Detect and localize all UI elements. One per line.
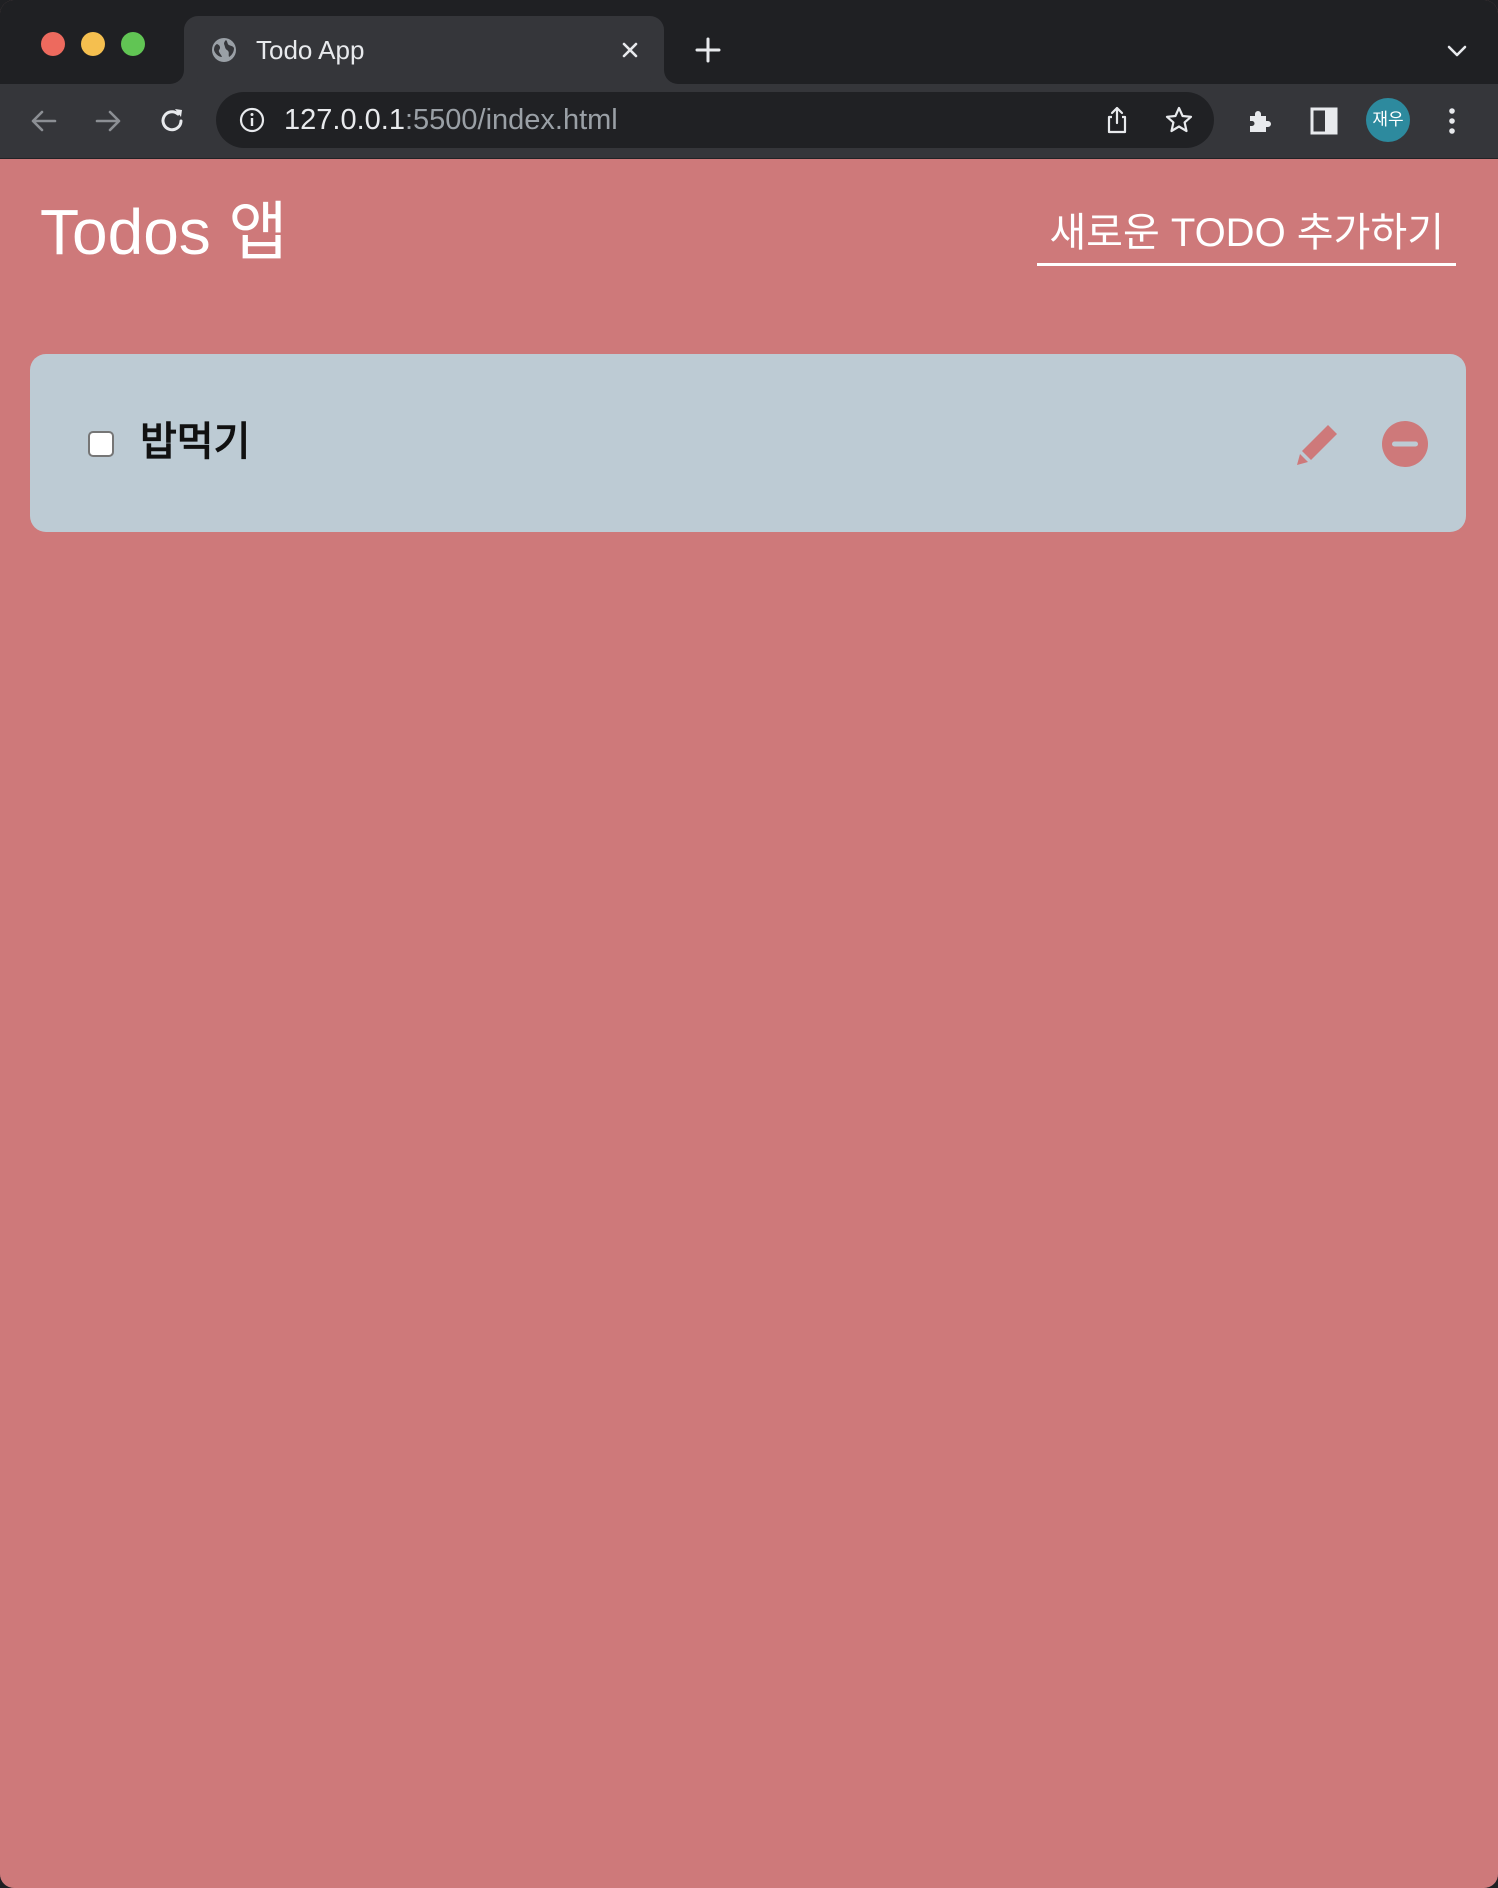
tab-search-chevron-icon[interactable] bbox=[1444, 38, 1470, 64]
side-panel-icon[interactable] bbox=[1308, 105, 1340, 137]
url-path: :5500/index.html bbox=[404, 104, 618, 136]
browser-toolbar: 127.0.0.1:5500/index.html 재우 bbox=[0, 84, 1498, 159]
add-todo-button[interactable]: 새로운 TODO 추가하기 bbox=[1037, 209, 1456, 266]
pencil-icon[interactable] bbox=[1294, 420, 1342, 468]
todo-checkbox[interactable] bbox=[88, 431, 114, 457]
new-tab-icon[interactable] bbox=[692, 34, 724, 66]
tab-strip: Todo App bbox=[0, 0, 1498, 84]
share-icon[interactable] bbox=[1102, 105, 1132, 135]
menu-kebab-icon[interactable] bbox=[1436, 105, 1468, 137]
extensions-puzzle-icon[interactable] bbox=[1244, 105, 1276, 137]
bookmark-star-icon[interactable] bbox=[1164, 105, 1194, 135]
zoom-window-button[interactable] bbox=[121, 32, 145, 56]
todo-text: 밥먹기 bbox=[140, 420, 251, 464]
page-content: Todos 앱 새로운 TODO 추가하기 밥먹기 bbox=[0, 159, 1498, 1888]
minus-circle-icon[interactable] bbox=[1381, 420, 1429, 468]
todo-list: 밥먹기 bbox=[30, 354, 1466, 532]
site-info-icon[interactable] bbox=[238, 106, 266, 134]
url-host: 127.0.0.1 bbox=[284, 104, 405, 136]
close-window-button[interactable] bbox=[41, 32, 65, 56]
back-arrow-icon[interactable] bbox=[28, 105, 60, 137]
minimize-window-button[interactable] bbox=[81, 32, 105, 56]
url-text[interactable]: 127.0.0.1:5500/index.html bbox=[284, 104, 618, 136]
tab-todo-app[interactable]: Todo App bbox=[184, 16, 664, 84]
reload-icon[interactable] bbox=[156, 105, 188, 137]
todo-item: 밥먹기 bbox=[30, 354, 1466, 532]
profile-avatar[interactable]: 재우 bbox=[1366, 98, 1410, 142]
close-tab-icon[interactable] bbox=[616, 36, 644, 64]
address-bar[interactable]: 127.0.0.1:5500/index.html bbox=[216, 92, 1214, 148]
forward-arrow-icon[interactable] bbox=[92, 105, 124, 137]
tab-title: Todo App bbox=[256, 35, 365, 65]
browser-window: Todo App 127.0.0.1:5500/index.html 재우 To… bbox=[0, 0, 1498, 1888]
page-title: Todos 앱 bbox=[40, 196, 288, 268]
globe-icon bbox=[212, 38, 236, 62]
